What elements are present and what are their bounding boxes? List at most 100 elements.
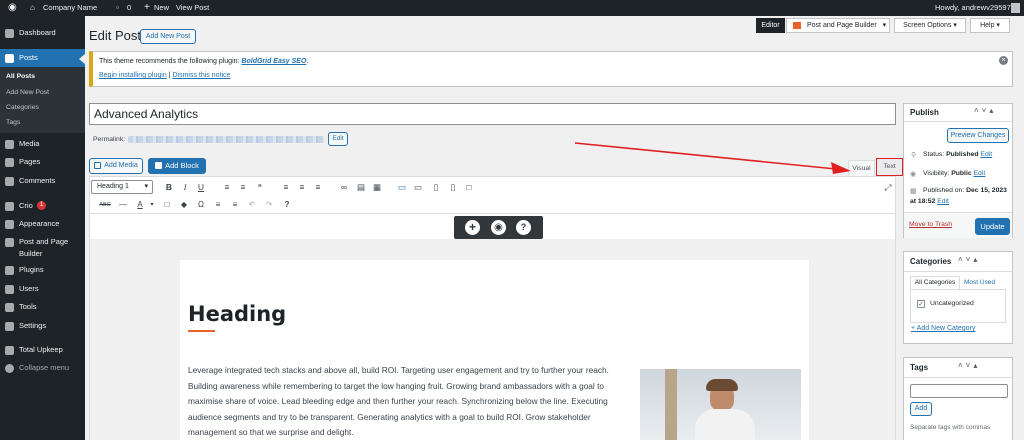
sidebar-item-tools[interactable]: Tools <box>0 298 85 316</box>
pages-icon <box>5 158 14 167</box>
permalink-url-blurred[interactable] <box>128 136 324 143</box>
status-edit-link[interactable]: Edit <box>980 151 992 158</box>
published-edit-link[interactable]: Edit <box>937 198 949 205</box>
sidebar-item-appearance[interactable]: Appearance <box>0 215 85 233</box>
howdy-user[interactable]: Howdy, andrewv29597 <box>935 0 1011 16</box>
content-image[interactable] <box>640 369 801 440</box>
site-name-link[interactable]: Company Name <box>43 0 97 16</box>
new-link[interactable]: New <box>154 0 169 16</box>
sidebar-item-settings[interactable]: Settings <box>0 317 85 335</box>
box-controls-icon[interactable]: ˄˅▴ <box>974 106 996 115</box>
chevron-down-icon: ▾ <box>953 22 957 29</box>
read-more-icon[interactable]: ▤ <box>355 181 367 193</box>
add-media-button[interactable]: Add Media <box>89 158 143 174</box>
sidebar-item-crio[interactable]: Crio 1 <box>0 197 85 215</box>
wordpress-logo-icon[interactable]: ◉ <box>8 0 17 16</box>
expand-icon[interactable]: ⤢ <box>882 181 894 193</box>
add-new-post-button[interactable]: Add New Post <box>140 29 196 44</box>
paste-text-icon[interactable]: □ <box>161 199 173 211</box>
box-controls-icon[interactable]: ˄˅▴ <box>958 255 980 264</box>
italic-icon[interactable]: I <box>179 181 191 193</box>
redo-icon[interactable]: ↷ <box>263 199 275 211</box>
notice-plugin-link[interactable]: BoldGrid Easy SEO <box>241 58 306 65</box>
align-center-icon[interactable]: ≡ <box>296 181 308 193</box>
view-post-link[interactable]: View Post <box>176 0 209 16</box>
sidebar-collapse-menu[interactable]: Collapse menu <box>0 359 85 377</box>
underline-icon[interactable]: U <box>195 181 207 193</box>
outdent-icon[interactable]: ≡ <box>212 199 224 211</box>
link-icon[interactable]: ∞ <box>338 181 350 193</box>
horizontal-line-icon[interactable]: — <box>117 199 129 211</box>
permalink-edit-button[interactable]: Edit <box>328 132 348 146</box>
crio-badge: 1 <box>37 201 46 210</box>
add-new-category-link[interactable]: + Add New Category <box>911 325 975 332</box>
align-right-icon[interactable]: ≡ <box>312 181 324 193</box>
sidebar-item-plugins[interactable]: Plugins <box>0 261 85 279</box>
help-icon[interactable]: ? <box>516 220 531 235</box>
indent-icon[interactable]: ≡ <box>229 199 241 211</box>
preview-changes-button[interactable]: Preview Changes <box>947 128 1009 143</box>
sidebar-item-dashboard[interactable]: Dashboard <box>0 24 85 42</box>
visibility-edit-link[interactable]: Edit <box>974 170 986 177</box>
close-icon[interactable]: × <box>999 56 1008 65</box>
content-paragraph[interactable]: Leverage integrated tech stacks and abov… <box>188 363 625 440</box>
sidebar-item-comments[interactable]: Comments <box>0 172 85 190</box>
align-left-icon[interactable]: ≡ <box>280 181 292 193</box>
checkbox-uncategorized[interactable]: ✓ <box>917 300 925 308</box>
begin-installing-link[interactable]: Begin installing plugin <box>99 72 167 79</box>
categories-title: Categories <box>910 257 952 266</box>
update-button[interactable]: Update <box>975 218 1010 235</box>
clear-formatting-icon[interactable]: ◆ <box>178 199 190 211</box>
sidebar-item-users[interactable]: Users <box>0 280 85 298</box>
sidebar-item-posts[interactable]: Posts <box>0 49 85 67</box>
undo-icon[interactable]: ↶ <box>246 199 258 211</box>
fullscreen-icon[interactable]: □ <box>463 181 475 193</box>
palette-icon[interactable]: ◉ <box>491 220 506 235</box>
bold-icon[interactable]: B <box>163 181 175 193</box>
sidebar-sub-all-posts[interactable]: All Posts <box>0 70 85 84</box>
tab-most-used[interactable]: Most Used <box>964 276 995 289</box>
post-title-input[interactable]: Advanced Analytics <box>89 103 896 125</box>
sidebar-sub-tags[interactable]: Tags <box>0 116 85 130</box>
dismiss-notice-link[interactable]: Dismiss this notice <box>172 72 230 79</box>
box-controls-icon[interactable]: ˄˅▴ <box>958 361 980 370</box>
sidebar-item-post-page-builder[interactable]: Post and Page Builder <box>0 233 85 261</box>
add-icon[interactable]: + <box>465 220 480 235</box>
monitor-icon[interactable]: ▭ <box>396 181 408 193</box>
tools-icon <box>5 303 14 312</box>
sidebar-item-total-upkeep[interactable]: Total Upkeep <box>0 341 85 359</box>
tab-all-categories[interactable]: All Categories <box>910 276 960 289</box>
special-character-icon[interactable]: Ω <box>195 199 207 211</box>
format-select[interactable]: Heading 1 ▾ <box>91 180 153 194</box>
help-button[interactable]: Help ▾ <box>970 18 1010 33</box>
post-page-builder-tab[interactable]: Post and Page Builder ▾ <box>786 18 890 33</box>
blockquote-icon[interactable]: “ <box>254 181 266 193</box>
tags-input[interactable] <box>910 384 1008 398</box>
editor-tab[interactable]: Editor <box>756 18 785 33</box>
comments-count[interactable]: 0 <box>127 0 131 16</box>
annotation-arrow <box>574 142 851 174</box>
screen-options-button[interactable]: Screen Options ▾ <box>894 18 966 33</box>
sidebar-item-pages[interactable]: Pages <box>0 153 85 171</box>
numbered-list-icon[interactable]: ≡ <box>237 181 249 193</box>
laptop-icon[interactable]: ▭ <box>412 181 424 193</box>
sidebar-item-media[interactable]: Media <box>0 135 85 153</box>
avatar[interactable] <box>1011 3 1020 13</box>
bullet-list-icon[interactable]: ≡ <box>221 181 233 193</box>
comment-icon[interactable]: ▫ <box>116 0 119 16</box>
add-tag-button[interactable]: Add <box>910 402 932 416</box>
strikethrough-icon[interactable]: ABC <box>99 199 111 211</box>
toolbar-toggle-icon[interactable]: ▦ <box>371 181 383 193</box>
content-heading[interactable]: Heading <box>188 302 286 326</box>
tab-text[interactable]: Text <box>876 158 903 176</box>
add-block-button[interactable]: Add Block <box>148 158 206 174</box>
tablet-icon[interactable]: ▯ <box>430 181 442 193</box>
keyboard-shortcuts-icon[interactable]: ? <box>281 199 293 211</box>
move-to-trash-link[interactable]: Move to Trash <box>909 221 952 228</box>
sidebar-sub-add-new-post[interactable]: Add New Post <box>0 86 85 100</box>
admin-sidebar: Dashboard Posts All Posts Add New Post C… <box>0 16 85 440</box>
text-color-icon[interactable]: A <box>134 199 146 211</box>
sidebar-sub-categories[interactable]: Categories <box>0 101 85 115</box>
chevron-down-icon[interactable]: ▾ <box>146 199 158 211</box>
phone-icon[interactable]: ▯ <box>447 181 459 193</box>
